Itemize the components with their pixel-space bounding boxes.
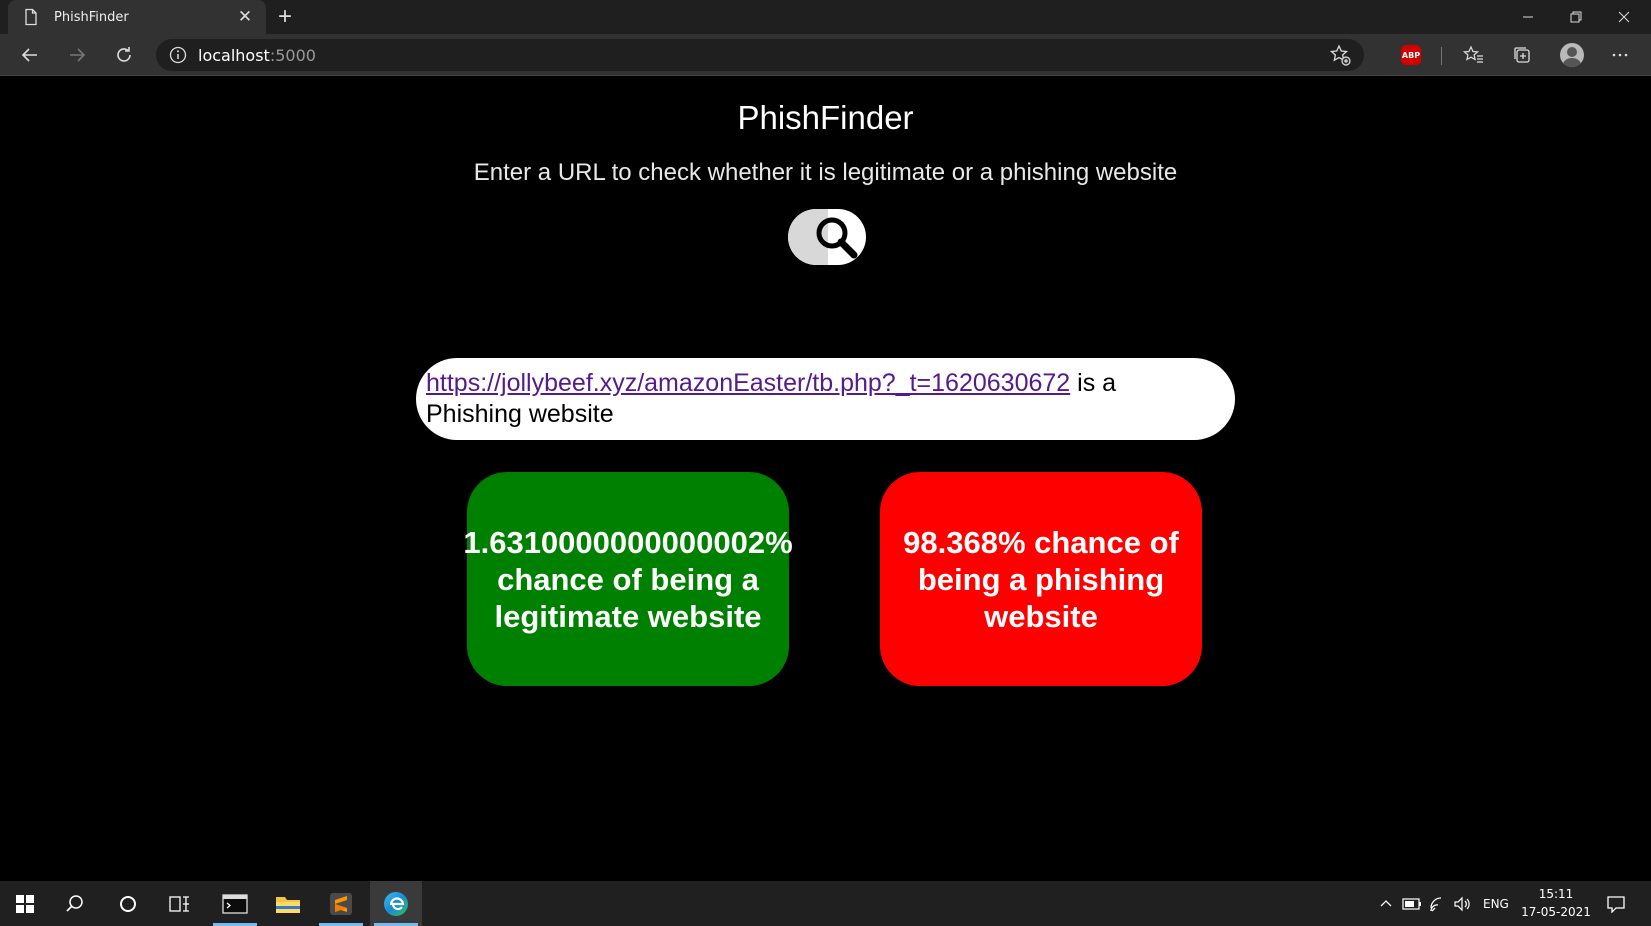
legitimate-probability-text: 1.6310000000000002% chance of being a le… — [463, 524, 793, 634]
taskbar-clock[interactable]: 15:11 17-05-2021 — [1516, 885, 1596, 921]
tab-bar: PhishFinder ✕ + — [0, 0, 1651, 34]
forward-icon[interactable] — [61, 39, 93, 71]
url-port: :5000 — [269, 45, 316, 65]
toolbar-separator — [1441, 47, 1442, 65]
terminal-app-icon[interactable] — [209, 881, 261, 926]
reload-icon[interactable] — [108, 39, 140, 71]
file-explorer-icon[interactable] — [262, 881, 314, 926]
legitimate-probability-card: 1.6310000000000002% chance of being a le… — [463, 472, 793, 686]
collections-icon[interactable] — [1506, 39, 1538, 71]
info-icon[interactable] — [168, 45, 188, 65]
minimize-icon[interactable] — [1504, 0, 1552, 34]
input-language[interactable]: ENG — [1483, 881, 1509, 926]
clock-date: 17-05-2021 — [1521, 905, 1591, 919]
search-button[interactable] — [788, 209, 866, 265]
sublime-text-icon[interactable] — [315, 881, 367, 926]
back-icon[interactable] — [14, 39, 46, 71]
result-message: https://jollybeef.xyz/amazonEaster/tb.ph… — [416, 358, 1235, 440]
edge-browser-icon[interactable] — [370, 881, 422, 926]
page-icon — [25, 8, 37, 26]
profile-avatar[interactable] — [1556, 39, 1588, 71]
tab-title: PhishFinder — [54, 9, 129, 25]
windows-taskbar: ENG 15:11 17-05-2021 — [0, 881, 1651, 926]
show-hidden-icons-icon[interactable] — [1378, 881, 1394, 926]
address-bar[interactable]: localhost:5000 — [156, 39, 1364, 71]
cortana-icon[interactable] — [103, 881, 153, 926]
search-icon — [816, 217, 858, 259]
phishing-probability-text: 98.368% chance of being a phishing websi… — [903, 524, 1179, 634]
volume-icon[interactable] — [1453, 881, 1473, 926]
adblock-plus-icon[interactable]: ABP — [1395, 39, 1427, 71]
favorites-icon[interactable] — [1458, 39, 1490, 71]
tab-close-icon[interactable]: ✕ — [234, 6, 256, 28]
new-tab-button[interactable]: + — [272, 3, 298, 30]
clock-time: 15:11 — [1538, 887, 1574, 901]
page-content: PhishFinder Enter a URL to check whether… — [0, 77, 1651, 881]
notifications-icon[interactable] — [1606, 881, 1626, 926]
wifi-icon[interactable] — [1429, 881, 1447, 926]
more-options-icon[interactable] — [1604, 39, 1636, 71]
url-host: localhost — [198, 45, 270, 65]
browser-toolbar: localhost:5000 ABP — [0, 34, 1651, 76]
search-taskbar-icon[interactable] — [50, 881, 100, 926]
window-close-icon[interactable] — [1600, 0, 1648, 34]
phishing-probability-card: 98.368% chance of being a phishing websi… — [880, 472, 1202, 686]
avatar — [1560, 43, 1584, 67]
battery-icon[interactable] — [1402, 881, 1422, 926]
start-icon[interactable] — [0, 881, 50, 926]
browser-tab[interactable]: PhishFinder ✕ — [8, 0, 266, 34]
page-title: PhishFinder — [737, 99, 914, 136]
task-view-icon[interactable] — [155, 881, 205, 926]
restore-icon[interactable] — [1552, 0, 1600, 34]
add-favorite-icon[interactable] — [1328, 43, 1352, 67]
result-url-link[interactable]: https://jollybeef.xyz/amazonEaster/tb.ph… — [426, 369, 1070, 397]
page-subtitle: Enter a URL to check whether it is legit… — [473, 159, 1178, 186]
